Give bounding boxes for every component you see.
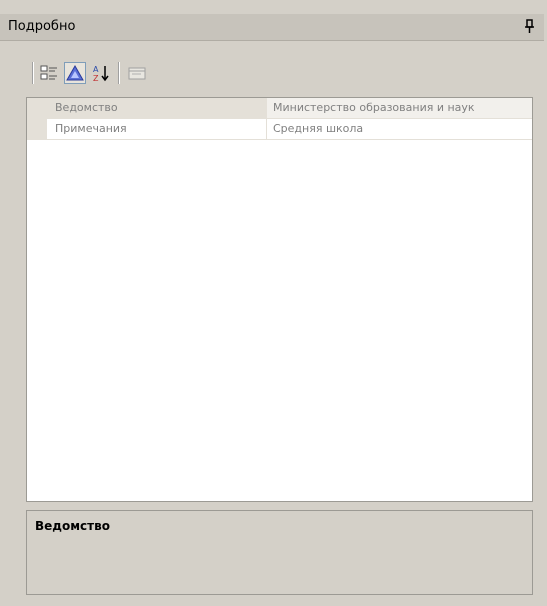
sort-az-icon: A Z: [93, 65, 109, 83]
pin-icon[interactable]: [524, 18, 536, 34]
property-grid[interactable]: Ведомство Министерство образования и нау…: [26, 97, 533, 502]
property-pages-button[interactable]: [126, 62, 148, 84]
property-name: Примечания: [47, 119, 267, 140]
alphabetical-button[interactable]: [64, 62, 86, 84]
row-gutter: [27, 98, 47, 119]
property-row[interactable]: Примечания Средняя школа: [27, 119, 532, 140]
toolbar-separator: [32, 62, 34, 84]
sort-az-button[interactable]: A Z: [90, 62, 112, 84]
property-value[interactable]: Средняя школа: [267, 119, 532, 140]
row-gutter: [27, 119, 47, 140]
categorized-button[interactable]: [38, 62, 60, 84]
panel-titlebar: Подробно: [0, 14, 544, 41]
categorized-icon: [40, 65, 57, 80]
toolbar-separator: [118, 62, 120, 84]
property-name: Ведомство: [47, 98, 267, 119]
svg-text:Z: Z: [93, 74, 99, 83]
svg-text:A: A: [93, 65, 99, 74]
description-pane: Ведомство: [26, 510, 533, 595]
property-value[interactable]: Министерство образования и наук: [267, 98, 532, 119]
panel-title: Подробно: [8, 19, 76, 34]
property-toolbar: A Z: [26, 56, 526, 88]
description-title: Ведомство: [35, 519, 110, 533]
alphabetical-warning-icon: [66, 64, 84, 81]
property-pages-icon: [128, 67, 146, 80]
property-row[interactable]: Ведомство Министерство образования и нау…: [27, 98, 532, 119]
